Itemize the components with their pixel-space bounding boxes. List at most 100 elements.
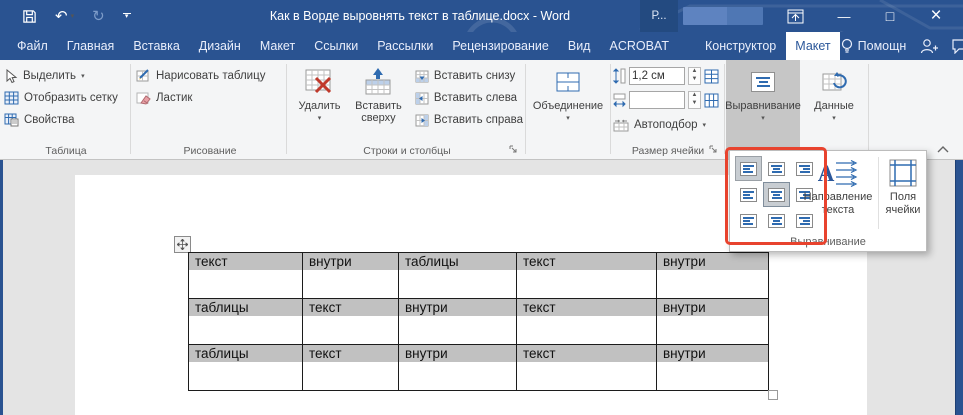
undo-button[interactable]: ↶▾ bbox=[55, 9, 74, 24]
merge-dropdown-button[interactable]: Объединение ▾ bbox=[528, 60, 608, 122]
table-cell[interactable]: текст bbox=[517, 345, 657, 391]
view-gridlines-button[interactable]: Отобразить сетку bbox=[4, 87, 128, 109]
table-column-width-input[interactable] bbox=[629, 91, 685, 109]
tab-конструктор[interactable]: Конструктор bbox=[696, 32, 785, 60]
table-properties-button[interactable]: Свойства bbox=[4, 109, 128, 131]
table-tools-header: Р... bbox=[640, 0, 678, 32]
tab-макет[interactable]: Макет bbox=[251, 32, 304, 60]
distribute-columns-icon bbox=[704, 93, 719, 108]
distribute-rows-icon bbox=[704, 69, 719, 84]
data-dropdown-button[interactable]: Данные ▾ bbox=[802, 60, 866, 122]
tab-ссылки[interactable]: Ссылки bbox=[305, 32, 367, 60]
tab-вид[interactable]: Вид bbox=[559, 32, 600, 60]
minimize-button[interactable]: — bbox=[830, 0, 858, 32]
autofit-icon bbox=[613, 119, 629, 132]
comment-icon[interactable] bbox=[952, 39, 963, 54]
align-bottom-left-button[interactable] bbox=[735, 208, 762, 233]
selected-text-highlight: текст bbox=[189, 253, 302, 270]
selected-text-highlight: текст bbox=[517, 345, 656, 362]
text-direction-button[interactable]: A Направление текста bbox=[796, 155, 880, 217]
tab-рассылки[interactable]: Рассылки bbox=[368, 32, 442, 60]
eraser-button[interactable]: Ластик bbox=[136, 87, 284, 109]
tab-дизайн[interactable]: Дизайн bbox=[190, 32, 250, 60]
redo-button[interactable]: ↻ bbox=[92, 9, 105, 24]
group-label-draw: Рисование bbox=[136, 145, 284, 157]
tab-макет[interactable]: Макет bbox=[786, 32, 839, 60]
lightbulb-icon bbox=[841, 38, 853, 54]
tab-вставка[interactable]: Вставка bbox=[124, 32, 188, 60]
merge-cells-icon bbox=[555, 64, 581, 100]
maximize-button[interactable]: □ bbox=[876, 0, 904, 32]
tab-acrobat[interactable]: ACROBAT bbox=[600, 32, 678, 60]
insert-below-button[interactable]: Вставить снизу bbox=[415, 65, 523, 87]
align-center-left-button[interactable] bbox=[735, 182, 762, 207]
table-cell[interactable]: внутри bbox=[399, 345, 517, 391]
tab-рецензирование[interactable]: Рецензирование bbox=[443, 32, 558, 60]
table-cell[interactable]: таблицы bbox=[189, 299, 303, 345]
table-cell[interactable]: таблицы bbox=[399, 253, 517, 299]
select-button[interactable]: Выделить▾ bbox=[4, 65, 128, 87]
ribbon-display-options-button[interactable] bbox=[782, 0, 808, 32]
align-top-center-button[interactable] bbox=[763, 156, 790, 181]
draw-table-icon bbox=[136, 69, 151, 83]
width-spinner[interactable]: ▲▼ bbox=[688, 91, 701, 109]
table-cell[interactable]: текст bbox=[517, 253, 657, 299]
table-cell[interactable]: внутри bbox=[657, 253, 769, 299]
group-table: Выделить▾ Отобразить сетку Свойства Табл… bbox=[4, 60, 128, 159]
tabbar-right-cluster: Помощн bbox=[841, 32, 963, 60]
window-left-border bbox=[0, 160, 3, 415]
cell-margins-button[interactable]: Поля ячейки bbox=[880, 155, 926, 217]
draw-table-button[interactable]: Нарисовать таблицу bbox=[136, 65, 284, 87]
insert-right-button[interactable]: Вставить справа bbox=[415, 109, 523, 131]
tell-me-button[interactable]: Помощн bbox=[841, 38, 907, 54]
table-cell[interactable]: текст bbox=[517, 299, 657, 345]
selected-text-highlight: таблицы bbox=[399, 253, 516, 270]
share-person-icon[interactable] bbox=[920, 38, 938, 54]
table-move-handle[interactable] bbox=[174, 236, 191, 253]
save-icon[interactable] bbox=[22, 9, 37, 24]
table-cell[interactable]: внутри bbox=[657, 299, 769, 345]
align-center-button[interactable] bbox=[763, 182, 790, 207]
table-cell[interactable]: текст bbox=[303, 345, 399, 391]
height-spinner[interactable]: ▲▼ bbox=[688, 67, 701, 85]
align-top-left-button[interactable] bbox=[735, 156, 762, 181]
group-label-table: Таблица bbox=[4, 145, 128, 157]
dialog-launcher-icon[interactable] bbox=[509, 145, 520, 156]
table-cell[interactable]: таблицы bbox=[189, 345, 303, 391]
table-row-height-input[interactable] bbox=[629, 67, 685, 85]
close-button[interactable]: × bbox=[920, 0, 952, 32]
selected-text-highlight: таблицы bbox=[189, 345, 302, 362]
group-draw: Нарисовать таблицу Ластик Рисование bbox=[136, 60, 284, 159]
insert-above-button[interactable]: Вставить сверху bbox=[348, 60, 409, 131]
tab-главная[interactable]: Главная bbox=[58, 32, 124, 60]
selected-text-highlight: внутри bbox=[657, 345, 768, 362]
panel-group-label: Выравнивание bbox=[730, 236, 926, 248]
cell-margins-icon bbox=[888, 155, 918, 191]
dialog-launcher-icon[interactable] bbox=[709, 145, 720, 156]
delete-button[interactable]: Удалить ▾ bbox=[291, 60, 348, 131]
table-cell[interactable]: внутри bbox=[303, 253, 399, 299]
row-height-icon bbox=[613, 68, 626, 84]
selected-text-highlight: внутри bbox=[399, 345, 516, 362]
group-data: Данные ▾ bbox=[802, 60, 866, 159]
tab-файл[interactable]: Файл bbox=[8, 32, 57, 60]
customize-quick-access-icon[interactable]: ▾ bbox=[123, 13, 131, 19]
table-resize-handle[interactable] bbox=[768, 390, 778, 400]
autofit-button[interactable]: Автоподбор▾ bbox=[613, 115, 723, 135]
table-cell[interactable]: внутри bbox=[399, 299, 517, 345]
table-row: таблицытекствнутритекствнутри bbox=[189, 299, 769, 345]
collapse-ribbon-icon[interactable] bbox=[937, 146, 949, 153]
table-cell[interactable]: текст bbox=[189, 253, 303, 299]
table-cell[interactable]: текст bbox=[303, 299, 399, 345]
align-bottom-center-button[interactable] bbox=[763, 208, 790, 233]
insert-left-icon bbox=[415, 92, 429, 105]
alignment-dropdown-button[interactable]: Выравнивание ▾ bbox=[726, 60, 800, 122]
quick-access-toolbar: ↶▾ ↻ ▾ bbox=[22, 0, 131, 32]
selected-text-highlight: внутри bbox=[399, 299, 516, 316]
selected-text-highlight: внутри bbox=[303, 253, 398, 270]
insert-left-button[interactable]: Вставить слева bbox=[415, 87, 523, 109]
window-title: Как в Ворде выровнять текст в таблице.do… bbox=[210, 0, 630, 32]
align-bottom-left-icon bbox=[740, 214, 757, 228]
table-cell[interactable]: внутри bbox=[657, 345, 769, 391]
selected-text-highlight: внутри bbox=[657, 299, 768, 316]
